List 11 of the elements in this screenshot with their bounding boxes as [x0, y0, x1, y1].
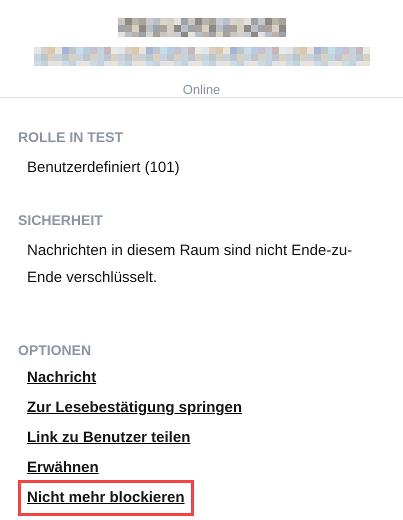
option-link[interactable]: Erwähnen — [27, 453, 99, 483]
presence-status: Online — [182, 82, 220, 98]
option-link[interactable]: Nachricht — [27, 363, 96, 393]
option-link[interactable]: Link zu Benutzer teilen — [27, 423, 190, 453]
section-heading: OPTIONEN — [18, 341, 92, 359]
section-heading: SICHERHEIT — [18, 211, 104, 229]
section-text: Benutzerdefiniert (101) — [27, 158, 181, 178]
option-link[interactable]: Zur Lesebestätigung springen — [27, 393, 242, 423]
option-link[interactable]: Nicht mehr blockieren — [21, 483, 191, 513]
section-heading: ROLLE IN TEST — [18, 128, 124, 146]
section-text: Nachrichten in diesem Raum sind nicht Ende-zu-Ende verschlüsselt. — [27, 241, 354, 288]
